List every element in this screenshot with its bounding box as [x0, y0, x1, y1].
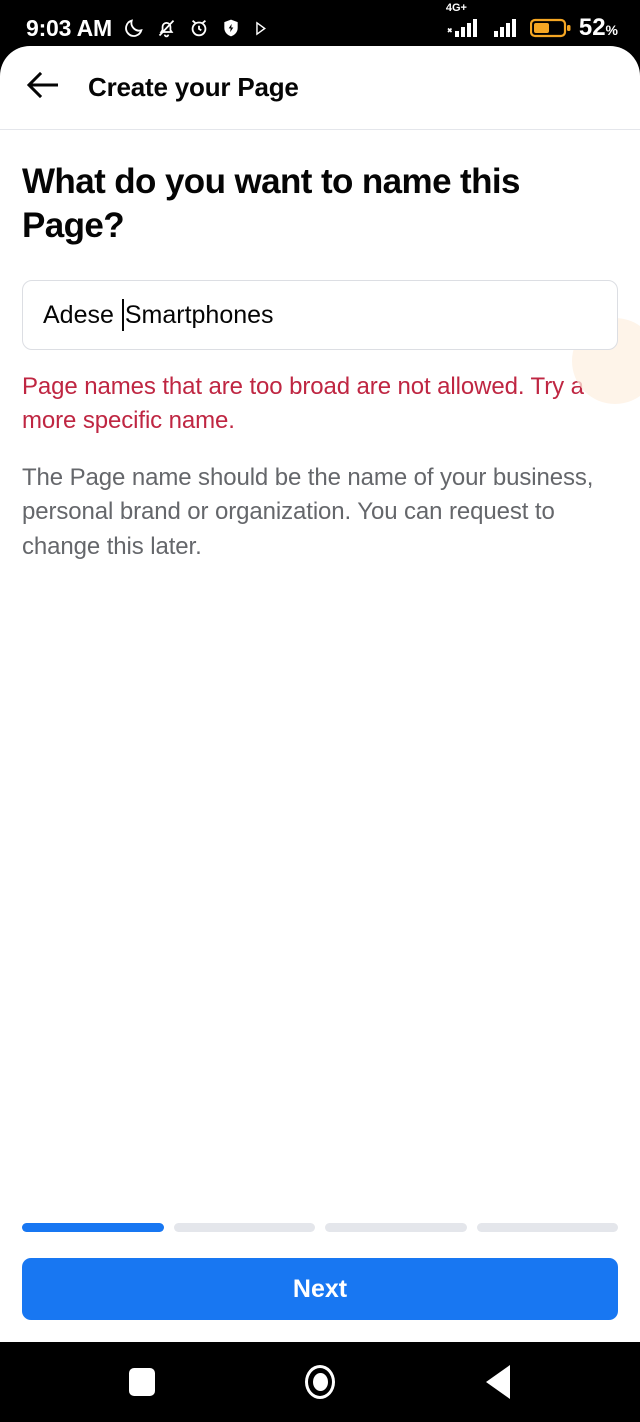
progress-step-3 — [325, 1223, 467, 1232]
helper-text: The Page name should be the name of your… — [22, 464, 594, 560]
phone-screen: 9:03 AM 4G+ 52% Create your Page What do… — [0, 0, 640, 1422]
page-name-value-after-caret: Smartphones — [124, 300, 274, 329]
error-message: Page names that are too broad are not al… — [22, 373, 584, 435]
battery-percent: 52% — [578, 14, 618, 41]
app-header: Create your Page — [0, 46, 640, 130]
android-nav-bar — [0, 1342, 640, 1422]
status-bar-clock: 9:03 AM — [26, 14, 112, 41]
circle-home-icon — [305, 1365, 335, 1399]
signal-bars-sim1-icon: 4G+ — [446, 3, 486, 41]
status-bar-left: 9:03 AM — [26, 15, 269, 42]
main-content: What do you want to name this Page? Ades… — [0, 130, 640, 564]
play-triangle-icon — [252, 20, 269, 37]
bottom-bar: Next — [0, 1223, 640, 1342]
square-icon — [129, 1368, 155, 1396]
page-name-input[interactable]: Adese Smartphones — [22, 280, 618, 351]
progress-step-4 — [476, 1223, 618, 1232]
signal-bars-sim2-icon — [493, 15, 523, 41]
triangle-back-icon — [486, 1365, 510, 1399]
status-bar-right: 4G+ 52% — [446, 3, 618, 42]
network-type-label: 4G+ — [445, 2, 467, 14]
next-button[interactable]: Next — [22, 1258, 618, 1320]
bell-muted-icon — [156, 18, 177, 39]
page-name-value-before-caret: Adese — [43, 300, 121, 329]
app-sheet: Create your Page What do you want to nam… — [0, 46, 640, 1342]
moon-icon — [123, 17, 145, 39]
question-heading: What do you want to name this Page? — [22, 162, 520, 246]
page-title: Create your Page — [88, 72, 299, 102]
text-caret — [121, 299, 124, 332]
arrow-left-icon — [26, 71, 61, 103]
alarm-clock-icon — [188, 17, 210, 39]
battery-icon — [529, 16, 572, 40]
progress-step-2 — [173, 1223, 315, 1232]
shield-bolt-icon — [221, 18, 241, 38]
home-button[interactable] — [290, 1352, 350, 1412]
recents-button[interactable] — [112, 1352, 172, 1412]
step-progress-bar — [22, 1223, 618, 1232]
back-button[interactable] — [26, 70, 62, 106]
progress-step-1 — [22, 1223, 164, 1232]
nav-back-button[interactable] — [468, 1352, 528, 1412]
